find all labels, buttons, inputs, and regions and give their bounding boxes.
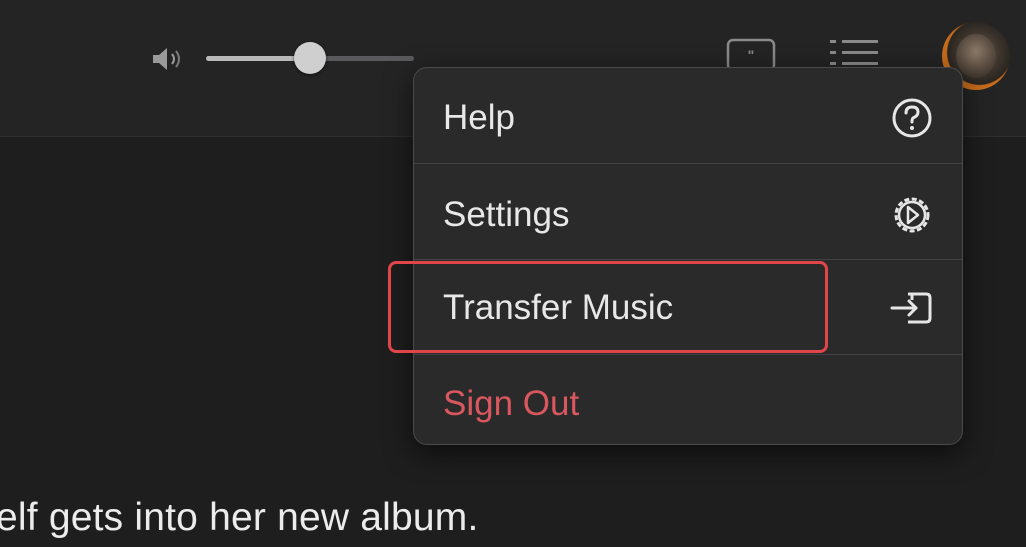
account-menu: Help Settings Transfer Music Sign Out xyxy=(413,67,963,445)
menu-item-label: Sign Out xyxy=(443,384,580,423)
menu-item-help[interactable]: Help xyxy=(414,70,962,166)
menu-item-sign-out[interactable]: Sign Out xyxy=(414,356,962,452)
menu-item-transfer-music[interactable]: Transfer Music xyxy=(414,260,962,356)
menu-divider xyxy=(414,354,962,355)
speaker-icon[interactable] xyxy=(150,44,184,74)
menu-item-label: Help xyxy=(443,98,515,137)
svg-text:": " xyxy=(748,47,755,63)
list-icon[interactable] xyxy=(828,38,880,68)
gear-icon xyxy=(894,197,930,233)
transfer-icon xyxy=(890,292,932,324)
avatar-photo xyxy=(956,34,996,78)
question-circle-icon xyxy=(892,98,932,138)
volume-slider-knob[interactable] xyxy=(294,42,326,74)
menu-item-label: Settings xyxy=(443,195,570,234)
menu-item-settings[interactable]: Settings xyxy=(414,167,962,263)
lyric-line: elf gets into her new album. xyxy=(0,496,479,539)
menu-divider xyxy=(414,163,962,164)
menu-item-label: Transfer Music xyxy=(443,288,674,327)
volume-slider[interactable] xyxy=(206,42,414,74)
